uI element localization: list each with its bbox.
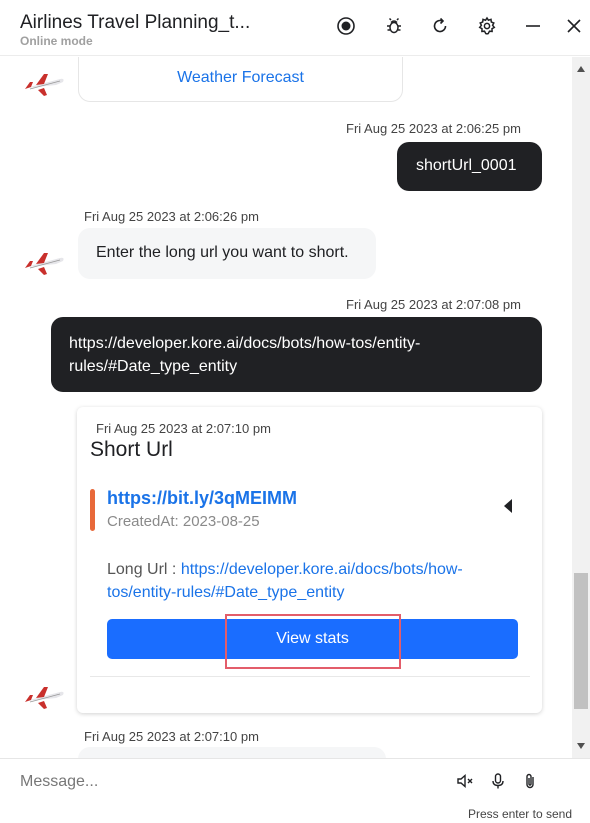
user-message-line: https://developer.kore.ai/docs/bots/how-… bbox=[69, 335, 421, 352]
composer: Press enter to send bbox=[0, 758, 590, 823]
bug-icon[interactable] bbox=[382, 14, 406, 38]
chat-header: Airlines Travel Planning_t... Online mod… bbox=[0, 0, 590, 56]
send-hint: Press enter to send bbox=[467, 807, 572, 821]
short-url-link[interactable]: https://bit.ly/3qMEIMM bbox=[107, 488, 297, 509]
user-message: https://developer.kore.ai/docs/bots/how-… bbox=[51, 317, 542, 392]
bot-message: Enter the long url you want to short. bbox=[78, 228, 376, 279]
long-url-row: Long Url : https://developer.kore.ai/doc… bbox=[107, 558, 527, 604]
user-message-line: rules/#Date_type_entity bbox=[69, 358, 238, 375]
message-timestamp: Fri Aug 25 2023 at 2:07:10 pm bbox=[84, 729, 259, 744]
scroll-thumb[interactable] bbox=[574, 573, 588, 709]
chat-messages: Weather Forecast Fri Aug 25 2023 at 2:06… bbox=[0, 57, 572, 758]
accent-bar bbox=[90, 489, 95, 531]
bot-avatar-airplane-icon bbox=[22, 249, 66, 277]
scroll-up-arrow-icon[interactable] bbox=[572, 61, 590, 77]
card-title: Short Url bbox=[90, 438, 173, 461]
microphone-icon[interactable] bbox=[486, 769, 510, 793]
bot-avatar-airplane-icon bbox=[22, 70, 66, 98]
created-at: CreatedAt: 2023-08-25 bbox=[107, 513, 260, 530]
caret-left-icon[interactable] bbox=[504, 499, 512, 513]
divider bbox=[90, 676, 530, 677]
view-stats-button[interactable]: View stats bbox=[107, 619, 518, 659]
message-timestamp: Fri Aug 25 2023 at 2:07:10 pm bbox=[96, 421, 271, 436]
settings-icon[interactable] bbox=[475, 14, 499, 38]
message-timestamp: Fri Aug 25 2023 at 2:06:25 pm bbox=[346, 121, 521, 136]
mute-icon[interactable] bbox=[453, 769, 477, 793]
bot-title: Airlines Travel Planning_t... bbox=[20, 12, 251, 33]
minimize-icon[interactable] bbox=[521, 14, 545, 38]
chat-scrollbar[interactable] bbox=[572, 57, 590, 758]
attachment-icon[interactable] bbox=[518, 769, 542, 793]
short-url-card: Fri Aug 25 2023 at 2:07:10 pm Short Url … bbox=[77, 407, 542, 713]
bot-avatar-airplane-icon bbox=[22, 683, 66, 711]
message-input[interactable] bbox=[20, 769, 420, 795]
refresh-icon[interactable] bbox=[428, 14, 452, 38]
close-icon[interactable] bbox=[562, 14, 586, 38]
weather-forecast-link[interactable]: Weather Forecast bbox=[78, 57, 403, 102]
long-url-label: Long Url : bbox=[107, 561, 181, 578]
bot-message bbox=[78, 747, 386, 758]
record-icon[interactable] bbox=[334, 14, 358, 38]
user-message: shortUrl_0001 bbox=[397, 142, 542, 191]
scroll-down-arrow-icon[interactable] bbox=[572, 738, 590, 754]
message-timestamp: Fri Aug 25 2023 at 2:07:08 pm bbox=[346, 297, 521, 312]
connection-status: Online mode bbox=[20, 34, 93, 48]
message-timestamp: Fri Aug 25 2023 at 2:06:26 pm bbox=[84, 209, 259, 224]
